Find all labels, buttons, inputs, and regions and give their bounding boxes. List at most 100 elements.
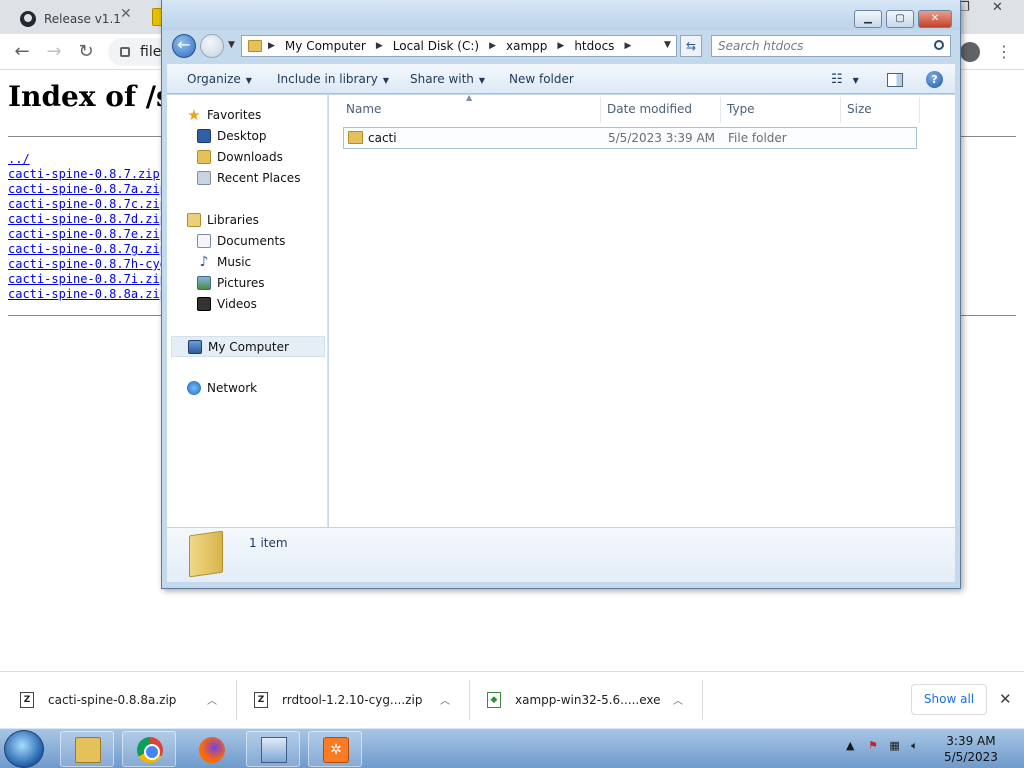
browser-close-button[interactable]: ✕ [992,0,1003,15]
network-icon [187,381,201,395]
include-in-library-button[interactable]: Include in library ▼ [277,72,389,86]
kebab-menu-icon[interactable]: ⋮ [996,42,1012,61]
breadcrumb-chevron-icon[interactable]: ▶ [489,41,496,51]
chevron-down-icon: ▼ [382,76,390,85]
column-divider[interactable] [840,97,841,123]
tab-close-icon[interactable]: ✕ [120,6,132,22]
file-link[interactable]: cacti-spine-0.8.7.zip [8,167,167,182]
clock[interactable]: 3:39 AM 5/5/2023 [944,733,998,765]
nav-music[interactable]: ♪ Music [197,253,252,271]
videos-icon [197,297,211,311]
file-link[interactable]: cacti-spine-0.8.7g.zip [8,242,167,257]
back-button[interactable]: ← [172,34,196,58]
new-folder-button[interactable]: New folder [509,72,574,86]
nav-recent-places[interactable]: Recent Places [197,169,300,187]
profile-icon[interactable] [960,42,980,62]
chevron-up-icon[interactable]: ︿ [673,692,683,707]
back-arrow-icon[interactable]: ← [10,40,34,64]
explorer-address-bar[interactable]: ▶ My Computer ▶ Local Disk (C:) ▶ xampp … [241,35,677,57]
file-link[interactable]: ../ [8,152,167,167]
column-header-type[interactable]: Type [727,102,755,116]
column-divider[interactable] [600,97,601,123]
nav-label: Network [207,381,258,395]
file-link[interactable]: cacti-spine-0.8.7a.zip [8,182,167,197]
nav-my-computer[interactable]: My Computer [171,336,325,357]
breadcrumb-local-disk[interactable]: Local Disk (C:) [393,39,479,53]
chevron-up-icon[interactable]: ︿ [440,692,450,707]
reload-icon[interactable]: ↻ [74,40,98,64]
download-item[interactable]: Z cacti-spine-0.8.8a.zip [20,680,176,720]
taskbar-firefox-button[interactable] [184,731,238,767]
browser-tab[interactable]: Release v1.1 [0,4,121,34]
close-button[interactable]: ✕ [918,10,952,28]
breadcrumb-chevron-icon[interactable]: ▶ [376,41,383,51]
minimize-button[interactable]: ▁ [854,10,882,28]
file-link[interactable]: cacti-spine-0.8.7e.zip [8,227,167,242]
help-icon[interactable]: ? [926,71,943,88]
search-icon[interactable] [934,40,944,50]
share-with-label: Share with [410,72,474,86]
change-view-button[interactable]: ☷ ▼ [831,72,859,87]
nav-libraries[interactable]: Libraries [187,211,259,229]
preview-pane-icon[interactable] [887,73,903,87]
breadcrumb-my-computer[interactable]: My Computer [285,39,366,53]
volume-icon[interactable]: 🔈︎ [911,739,918,752]
breadcrumb-chevron-icon[interactable]: ▶ [557,41,564,51]
nav-label: Recent Places [217,171,301,185]
system-tray: ▲ ⚑ ▦ 🔈︎ [846,739,918,753]
window-titlebar[interactable] [162,0,960,30]
taskbar-chrome-button[interactable] [122,731,176,767]
file-link[interactable]: cacti-spine-0.8.7h-cyg [8,257,167,272]
search-input[interactable]: Search htdocs [711,35,951,57]
maximize-button[interactable]: ▢ [886,10,914,28]
forward-arrow-icon[interactable]: → [42,40,66,64]
chevron-up-icon[interactable]: ︿ [207,692,217,707]
forward-button[interactable] [200,34,224,58]
nav-label: Documents [217,234,286,248]
nav-network[interactable]: Network [187,379,257,397]
nav-pictures[interactable]: Pictures [197,274,265,292]
folder-icon [248,40,262,52]
nav-desktop[interactable]: Desktop [197,127,267,145]
show-hidden-icons-icon[interactable]: ▲ [846,739,854,752]
file-link[interactable]: cacti-spine-0.8.7c.zip [8,197,167,212]
show-all-button[interactable]: Show all [911,684,987,715]
network-tray-icon[interactable]: ▦ [889,739,899,752]
column-header-name[interactable]: Name [346,102,381,116]
libraries-icon [187,213,201,227]
organize-button[interactable]: Organize ▼ [187,72,252,86]
column-header-size[interactable]: Size [847,102,872,116]
action-center-flag-icon[interactable]: ⚑ [868,739,878,752]
column-divider[interactable] [919,97,920,123]
nav-documents[interactable]: Documents [197,232,285,250]
taskbar-control-panel-button[interactable] [246,731,300,767]
explorer-window: ▁ ▢ ✕ ← ▼ ▶ My Computer ▶ Local Disk (C:… [161,0,961,589]
recent-pages-chevron-icon[interactable]: ▼ [228,40,235,50]
refresh-button[interactable]: ⇆ [680,35,702,57]
nav-favorites[interactable]: ★ Favorites [187,106,261,124]
start-button[interactable] [4,730,44,768]
nav-downloads[interactable]: Downloads [197,148,283,166]
breadcrumb-htdocs[interactable]: htdocs [574,39,614,53]
file-link[interactable]: cacti-spine-0.8.7d.zip [8,212,167,227]
taskbar-xampp-button[interactable]: ✲ [308,731,362,767]
taskbar-explorer-button[interactable] [60,731,114,767]
download-item[interactable]: ◆ xampp-win32-5.6.....exe [487,680,661,720]
share-with-button[interactable]: Share with ▼ [410,72,485,86]
nav-videos[interactable]: Videos [197,295,257,313]
details-pane: 1 item [167,527,955,582]
chevron-down-icon: ▼ [478,76,486,85]
breadcrumb-xampp[interactable]: xampp [506,39,547,53]
file-row[interactable]: cacti 5/5/2023 3:39 AM File folder [343,127,917,149]
breadcrumb-chevron-icon[interactable]: ▶ [268,41,275,51]
file-link[interactable]: cacti-spine-0.8.7i.zip [8,272,167,287]
column-divider[interactable] [720,97,721,123]
divider [469,680,470,720]
address-dropdown-icon[interactable]: ▼ [664,40,671,50]
file-link[interactable]: cacti-spine-0.8.8a.zip [8,287,167,302]
chrome-icon [137,737,163,763]
download-item[interactable]: Z rrdtool-1.2.10-cyg....zip [254,680,422,720]
close-icon[interactable]: ✕ [999,690,1012,708]
column-header-date-modified[interactable]: Date modified [607,102,692,116]
breadcrumb-chevron-icon[interactable]: ▶ [624,41,631,51]
